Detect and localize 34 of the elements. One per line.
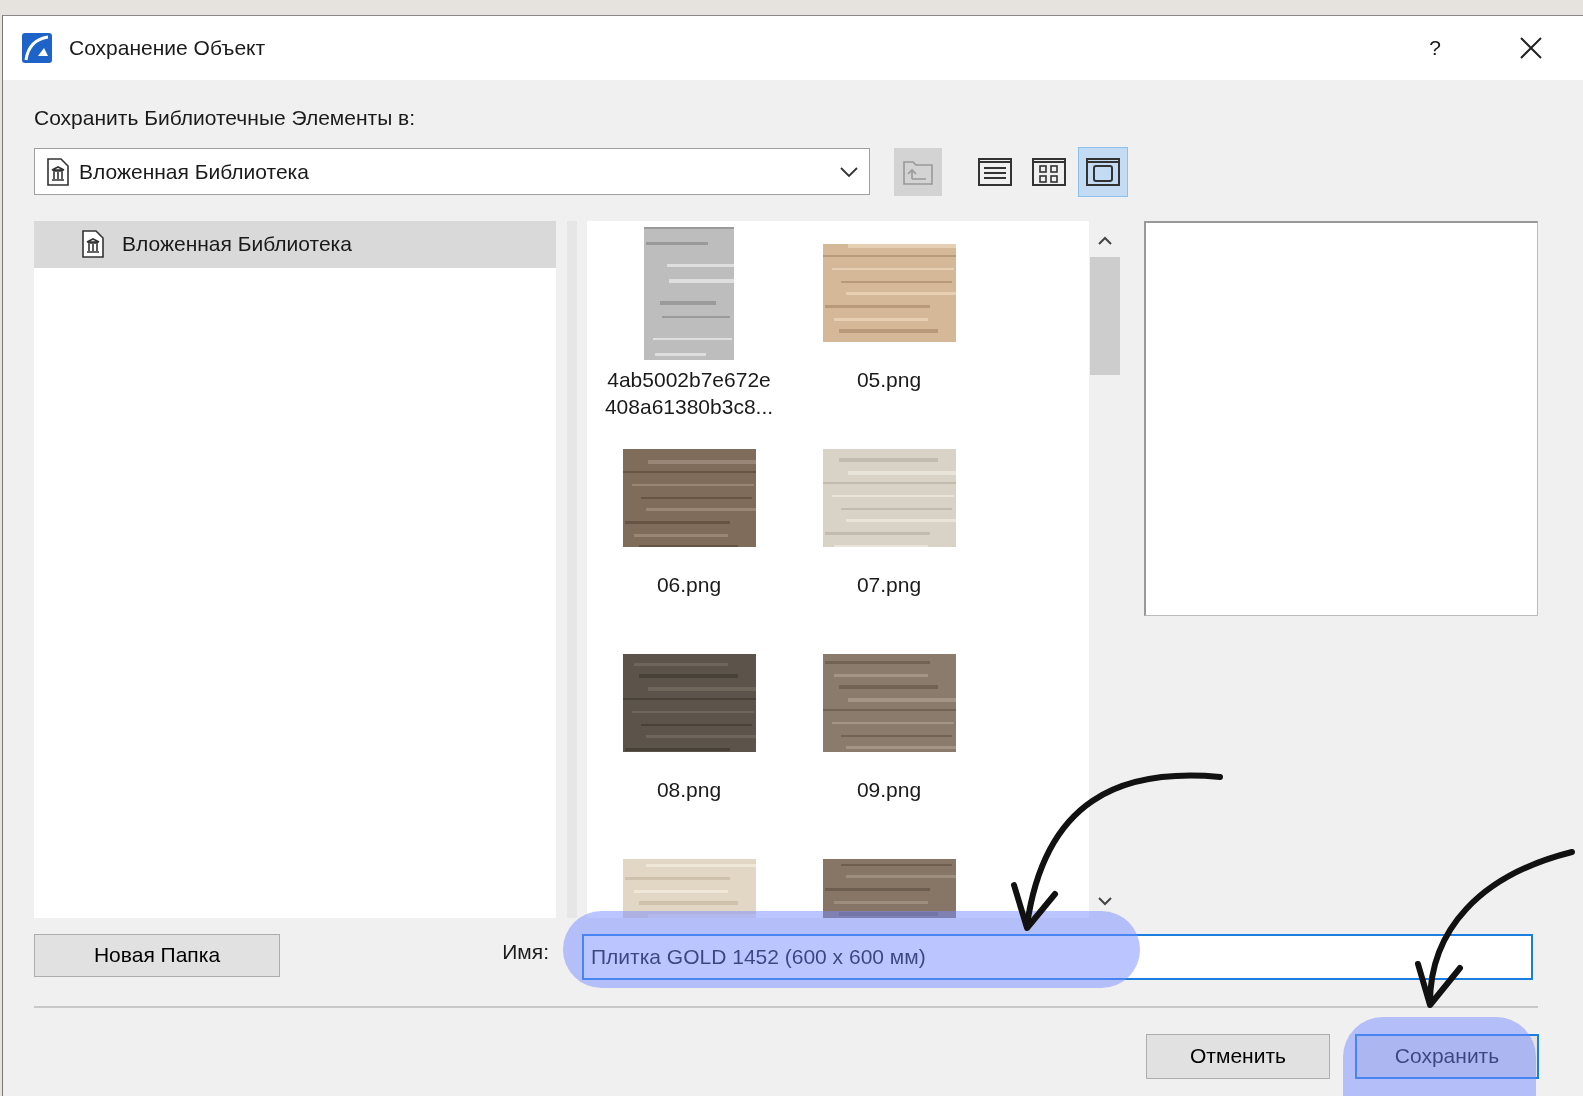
preview-view-button[interactable]: [1078, 146, 1128, 197]
name-field[interactable]: Плитка GOLD 1452 (600 x 600 мм): [582, 933, 1533, 980]
save-button[interactable]: Сохранить: [1355, 1033, 1539, 1079]
file-name: 09.png: [856, 776, 922, 803]
file-item[interactable]: 08.png: [589, 630, 789, 836]
file-item[interactable]: 09.png: [789, 630, 989, 836]
preview-view-icon: [1086, 156, 1120, 187]
tree-item[interactable]: Вложенная Библиотека: [34, 220, 556, 268]
file-name: 08.png: [656, 776, 722, 803]
location-dropdown[interactable]: Вложенная Библиотека: [34, 148, 870, 195]
app-logo-icon: [21, 32, 53, 64]
file-item[interactable]: 07.png: [789, 425, 989, 631]
file-name: 07.png: [856, 571, 922, 598]
file-name: 06.png: [656, 571, 722, 598]
new-folder-button[interactable]: Новая Папка: [34, 933, 280, 977]
help-button[interactable]: ?: [1429, 32, 1441, 64]
scroll-up-icon: [1097, 234, 1113, 245]
library-icon: [80, 230, 106, 258]
location-label: Сохранить Библиотечные Элементы в:: [34, 105, 417, 131]
file-name: 4ab5002b7e672e 408a61380b3c8...: [604, 366, 774, 420]
scroll-thumb[interactable]: [1090, 256, 1120, 375]
caret-icon: [839, 165, 859, 178]
file-item[interactable]: 05.png: [789, 220, 989, 426]
file-name: 05.png: [856, 366, 922, 393]
grid-view-icon: [1032, 156, 1066, 187]
window-title: Сохранение Объект: [69, 35, 266, 62]
list-view-icon: [978, 156, 1012, 187]
file-item[interactable]: 4ab5002b7e672e 408a61380b3c8...: [589, 220, 789, 426]
cancel-button[interactable]: Отменить: [1146, 1033, 1330, 1079]
close-icon[interactable]: [1519, 36, 1543, 60]
scroll-down-icon: [1097, 895, 1113, 906]
file-item[interactable]: 06.png: [589, 425, 789, 631]
library-icon: [45, 157, 71, 186]
name-label: Имя:: [501, 938, 550, 965]
